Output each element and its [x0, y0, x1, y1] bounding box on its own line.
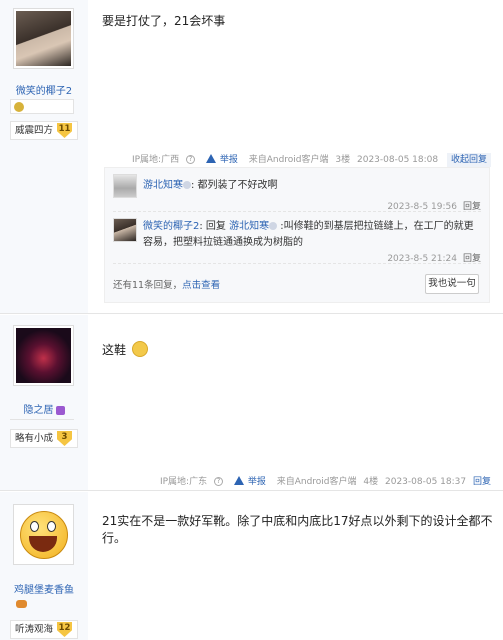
- warning-icon: [205, 154, 216, 163]
- post-content: 这鞋: [102, 341, 148, 358]
- game-icon: [16, 600, 27, 608]
- ip-location: IP属地:广西: [131, 155, 180, 165]
- post-content: 21实在不是一款好军靴。除了中底和内底比17好点以外剩下的设计全都不行。: [102, 514, 493, 545]
- medal-icon: [14, 102, 24, 112]
- level-title: 略有小成: [15, 433, 54, 444]
- post-content: 要是打仗了，21会坏事: [102, 14, 226, 28]
- sub-reply-button[interactable]: 回复: [463, 202, 481, 212]
- avatar[interactable]: [13, 504, 74, 565]
- level-badge[interactable]: 略有小成 3: [10, 429, 78, 448]
- sub-reply-username[interactable]: 微笑的椰子2: [143, 221, 199, 232]
- help-icon[interactable]: ?: [213, 477, 223, 486]
- sub-reply-time: 2023-8-5 21:24: [387, 254, 457, 264]
- say-something-button[interactable]: 我也说一句: [425, 274, 479, 294]
- warning-icon: [233, 476, 244, 485]
- report-link[interactable]: 举报: [230, 476, 266, 487]
- level-shield-icon: 12: [57, 622, 72, 637]
- sub-reply-text: : 都列装了不好改啊: [191, 180, 278, 191]
- level-shield-icon: 3: [57, 431, 72, 446]
- floor-number: 3楼: [335, 155, 351, 165]
- post-floor-5: 鸡腿堡麦香鱼 听涛观海 12 21实在不是一款好军靴。除了中底和内底比17好点以…: [0, 492, 503, 640]
- floor-number: 4楼: [363, 477, 379, 487]
- sub-reply-panel: 游北知寒 : 都列装了不好改啊 2023-8-5 19:56 回复 微笑的椰子2: …: [104, 167, 490, 303]
- emoji-icon: [131, 341, 148, 357]
- username-link[interactable]: 鸡腿堡麦香鱼: [0, 581, 88, 596]
- level-badge[interactable]: 威震四方 11: [10, 121, 78, 140]
- source-link[interactable]: 来自Android客户端: [273, 477, 357, 487]
- post-time: 2023-08-05 18:37: [385, 477, 467, 487]
- post-time: 2023-08-05 18:08: [357, 155, 439, 165]
- user-sidebar: 鸡腿堡麦香鱼 听涛观海 12: [0, 492, 88, 640]
- post-meta: IP属地:广东 ? 举报 来自Android客户端 4楼 2023-08-05 …: [156, 474, 491, 487]
- username-link[interactable]: 微笑的椰子2: [0, 82, 88, 97]
- divider: [10, 419, 74, 420]
- post-floor-3: 微笑的椰子2 威震四方 11 要是打仗了，21会坏事 IP属地:广西 ? 举报 …: [0, 0, 503, 314]
- reply-link[interactable]: 回复: [473, 477, 491, 487]
- sub-reply-username[interactable]: 游北知寒: [143, 180, 183, 191]
- help-icon[interactable]: ?: [185, 155, 195, 164]
- report-link[interactable]: 举报: [202, 154, 238, 165]
- level-shield-icon: 11: [57, 123, 72, 138]
- avatar[interactable]: [13, 325, 74, 386]
- sub-reply-button[interactable]: 回复: [463, 254, 481, 264]
- user-icon: [183, 181, 191, 189]
- avatar[interactable]: [113, 174, 137, 198]
- user-sidebar: 隐之居 略有小成 3: [0, 315, 88, 490]
- sub-reply-time: 2023-8-5 19:56: [387, 202, 457, 212]
- post-meta: IP属地:广西 ? 举报 来自Android客户端 3楼 2023-08-05 …: [128, 152, 491, 167]
- badge-row: [10, 598, 74, 613]
- view-more-link[interactable]: 点击查看: [182, 280, 220, 291]
- more-replies: 还有11条回复，点击查看: [113, 280, 221, 291]
- collapse-reply-link[interactable]: 收起回复: [446, 153, 491, 167]
- level-badge[interactable]: 听涛观海 12: [10, 620, 78, 639]
- sub-reply-item: 游北知寒 : 都列装了不好改啊 2023-8-5 19:56 回复: [113, 174, 481, 212]
- vip-icon: [55, 405, 65, 415]
- post-floor-4: 隐之居 略有小成 3 这鞋 IP属地:广东 ? 举报 来自Android客户端 …: [0, 315, 503, 491]
- avatar[interactable]: [13, 8, 74, 69]
- username-link[interactable]: 隐之居: [0, 401, 88, 416]
- ip-location: IP属地:广东: [159, 477, 208, 487]
- user-icon: [269, 222, 278, 230]
- level-title: 威震四方: [15, 125, 54, 136]
- reply-target-link[interactable]: 游北知寒: [229, 221, 269, 232]
- badge-row: [10, 99, 74, 114]
- user-sidebar: 微笑的椰子2 威震四方 11: [0, 0, 88, 313]
- level-title: 听涛观海: [15, 624, 54, 635]
- avatar[interactable]: [113, 218, 137, 242]
- sub-reply-item: 微笑的椰子2: 回复 游北知寒 :叫修鞋的到基层把拉链缝上，在工厂的就更容易，把…: [113, 214, 481, 264]
- source-link[interactable]: 来自Android客户端: [245, 155, 329, 165]
